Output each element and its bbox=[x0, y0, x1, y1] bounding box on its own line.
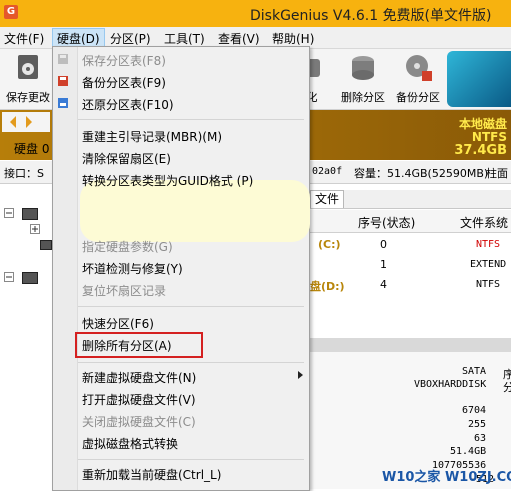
menu-convert-to-guid[interactable]: 转换分区表类型为GUID格式 (P) bbox=[82, 172, 253, 189]
menu-view[interactable]: 查看(V) bbox=[218, 30, 260, 47]
partition-grid-header: 序号(状态) 文件系统 bbox=[310, 210, 511, 233]
banner-fs: NTFS bbox=[471, 130, 507, 144]
menu-open-virtual-disk[interactable]: 打开虚拟硬盘文件(V) bbox=[82, 391, 196, 408]
collapse-icon-2[interactable] bbox=[4, 272, 14, 282]
disk-node-icon-2 bbox=[22, 272, 38, 284]
backup-partition-icon bbox=[406, 55, 432, 81]
row1-fs: EXTEND bbox=[470, 259, 507, 270]
expand-icon[interactable] bbox=[30, 224, 40, 234]
row2-index: 4 bbox=[380, 278, 387, 291]
menu-new-virtual-disk[interactable]: 新建虚拟硬盘文件(N) bbox=[82, 369, 196, 386]
menu-separator-2 bbox=[78, 306, 304, 307]
restore-table-icon bbox=[58, 98, 68, 108]
backup-table-icon bbox=[58, 76, 68, 86]
save-icon bbox=[18, 55, 38, 79]
menu-reload-current-disk[interactable]: 重新加载当前硬盘(Ctrl_L) bbox=[82, 466, 221, 483]
menu-icon-stripe bbox=[53, 47, 78, 490]
detail-heads: 255 bbox=[468, 419, 487, 430]
menu-backup-partition-table[interactable]: 备份分区表(F9) bbox=[82, 74, 166, 91]
detail-bus: SATA bbox=[462, 366, 487, 377]
tab-files[interactable]: 文件 bbox=[310, 190, 345, 208]
app-icon: G bbox=[4, 5, 18, 19]
tab-strip: 文件 bbox=[310, 190, 511, 209]
row0-name: (C:) bbox=[318, 238, 341, 251]
details-separator bbox=[310, 338, 511, 352]
menu-quick-partition[interactable]: 快速分区(F6) bbox=[82, 315, 154, 332]
title-bar: G DiskGenius V4.6.1 免费版(单文件版) bbox=[0, 0, 511, 27]
back-arrow-icon[interactable] bbox=[8, 116, 18, 128]
delete-partition-label: 删除分区 bbox=[341, 91, 385, 104]
row1-index: 1 bbox=[380, 258, 387, 271]
menu-separator bbox=[78, 119, 304, 120]
menu-file[interactable]: 文件(F) bbox=[4, 30, 44, 47]
menu-separator-4 bbox=[78, 459, 304, 460]
detail-side-2: 分 bbox=[503, 381, 511, 394]
row0-index: 0 bbox=[380, 238, 387, 251]
disk-image bbox=[447, 51, 511, 107]
menu-bad-sector-check[interactable]: 坏道检测与修复(Y) bbox=[82, 260, 183, 277]
backup-partition-label: 备份分区 bbox=[396, 91, 440, 104]
header-index-status: 序号(状态) bbox=[358, 216, 416, 230]
menu-restore-partition-table[interactable]: 还原分区表(F10) bbox=[82, 96, 174, 113]
menu-tools[interactable]: 工具(T) bbox=[164, 30, 205, 47]
port-label: 接口：S bbox=[4, 167, 44, 180]
partition-node-icon bbox=[40, 240, 52, 250]
detail-capacity: 51.4GB bbox=[450, 446, 487, 457]
menu-clear-reserved-sectors[interactable]: 清除保留扇区(E) bbox=[82, 150, 171, 167]
delete-partition-icon bbox=[352, 56, 374, 80]
redaction-blot bbox=[80, 180, 310, 242]
delete-partition-button[interactable]: 删除分区 bbox=[338, 51, 388, 105]
detail-cylinders: 6704 bbox=[462, 405, 487, 416]
backup-partition-button[interactable]: 备份分区 bbox=[392, 51, 444, 105]
highlight-box bbox=[75, 332, 203, 358]
watermark-text: W10之家 W10ZJ.COM bbox=[382, 470, 511, 485]
menu-virtual-disk-convert[interactable]: 虚拟磁盘格式转换 bbox=[82, 435, 178, 452]
capacity-text: 容量：51.4GB(52590MB) bbox=[354, 167, 489, 180]
menu-help[interactable]: 帮助(H) bbox=[272, 30, 314, 47]
row0-fs: NTFS bbox=[476, 239, 501, 250]
menu-close-virtual-disk[interactable]: 关闭虚拟硬盘文件(C) bbox=[82, 413, 196, 430]
collapse-icon[interactable] bbox=[4, 208, 14, 218]
submenu-arrow-icon bbox=[298, 371, 303, 379]
cylinders-text: 柱面 bbox=[486, 167, 508, 180]
menu-reset-bad-sector-log[interactable]: 复位坏扇区记录 bbox=[82, 282, 166, 299]
menu-partition[interactable]: 分区(P) bbox=[110, 30, 151, 47]
detail-model: VBOXHARDDISK bbox=[414, 379, 487, 390]
disk-label: 硬盘 0 bbox=[14, 142, 50, 156]
menu-save-partition-table[interactable]: 保存分区表(F8) bbox=[82, 52, 166, 69]
menu-specify-disk-params[interactable]: 指定硬盘参数(G) bbox=[82, 238, 173, 255]
menu-rebuild-mbr[interactable]: 重建主引导记录(MBR)(M) bbox=[82, 128, 222, 145]
row2-fs: NTFS bbox=[476, 279, 501, 290]
save-table-icon bbox=[58, 54, 68, 64]
disk-node-icon bbox=[22, 208, 38, 220]
disk-id-fragment: 02a0f bbox=[312, 166, 343, 177]
row2-name: 盘(D:) bbox=[310, 280, 345, 293]
menu-separator-3 bbox=[78, 362, 304, 363]
forward-arrow-icon[interactable] bbox=[24, 116, 34, 128]
save-changes-button[interactable]: 保存更改 bbox=[4, 51, 52, 105]
nav-arrows bbox=[2, 112, 50, 132]
window-title: DiskGenius V4.6.1 免费版(单文件版) bbox=[250, 8, 492, 24]
banner-size: 37.4GB bbox=[454, 143, 507, 158]
detail-sectors: 63 bbox=[474, 433, 487, 444]
save-changes-label: 保存更改 bbox=[6, 91, 50, 104]
header-filesystem: 文件系统 bbox=[460, 216, 509, 230]
